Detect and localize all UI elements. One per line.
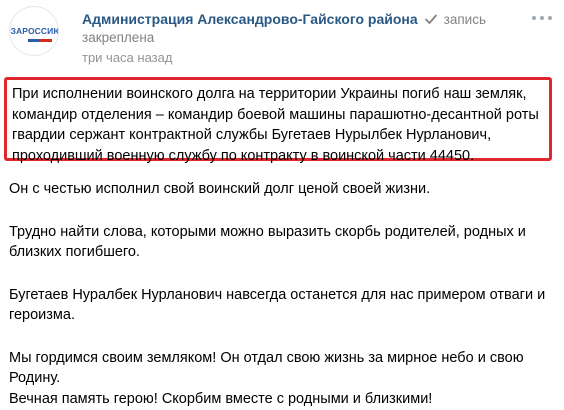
post-body: Он с честью исполнил свой воинский долг …	[9, 179, 555, 409]
avatar[interactable]: #ЗАРОССИЮ	[9, 6, 59, 56]
paragraph-4-line2: Родину.	[9, 370, 61, 386]
pinned-label: запись	[443, 11, 487, 27]
paragraph-5: Вечная память герою! Скорбим вместе с ро…	[9, 390, 433, 407]
paragraph-3-line1: Бугетаев Нуралбек Нурланович навсегда ос…	[9, 286, 546, 303]
paragraph-2-line2: близких погибшего.	[9, 244, 140, 260]
author-name[interactable]: Администрация Александрово-Гайского райо…	[82, 11, 418, 27]
avatar-tag: #ЗАРОССИЮ	[10, 26, 59, 36]
text-line: командир отделения – командир боевой маш…	[12, 106, 539, 123]
text-line: проходивший военную службу по контракту …	[12, 147, 475, 164]
text-line: гвардии сержант контрактной службы Бугет…	[12, 127, 492, 143]
verified-check-icon	[424, 14, 437, 24]
post-time[interactable]: три часа назад	[82, 49, 524, 67]
paragraph-2-line1: Трудно найти слова, которыми можно выраз…	[9, 223, 526, 240]
paragraph-4-line1: Мы гордимся своим земляком! Он отдал сво…	[9, 349, 524, 366]
paragraph-1: Он с честью исполнил свой воинский долг …	[9, 181, 431, 197]
post-header: Администрация Александрово-Гайского райо…	[82, 9, 524, 67]
avatar-flag	[16, 39, 52, 42]
pinned-label-cont: закреплена	[82, 30, 155, 45]
text-line: При исполнении воинского долга на террит…	[12, 86, 527, 102]
highlighted-paragraph: При исполнении воинского долга на террит…	[4, 77, 552, 164]
more-dots-icon[interactable]	[532, 10, 552, 26]
paragraph-3-line2: героизма.	[9, 307, 75, 323]
